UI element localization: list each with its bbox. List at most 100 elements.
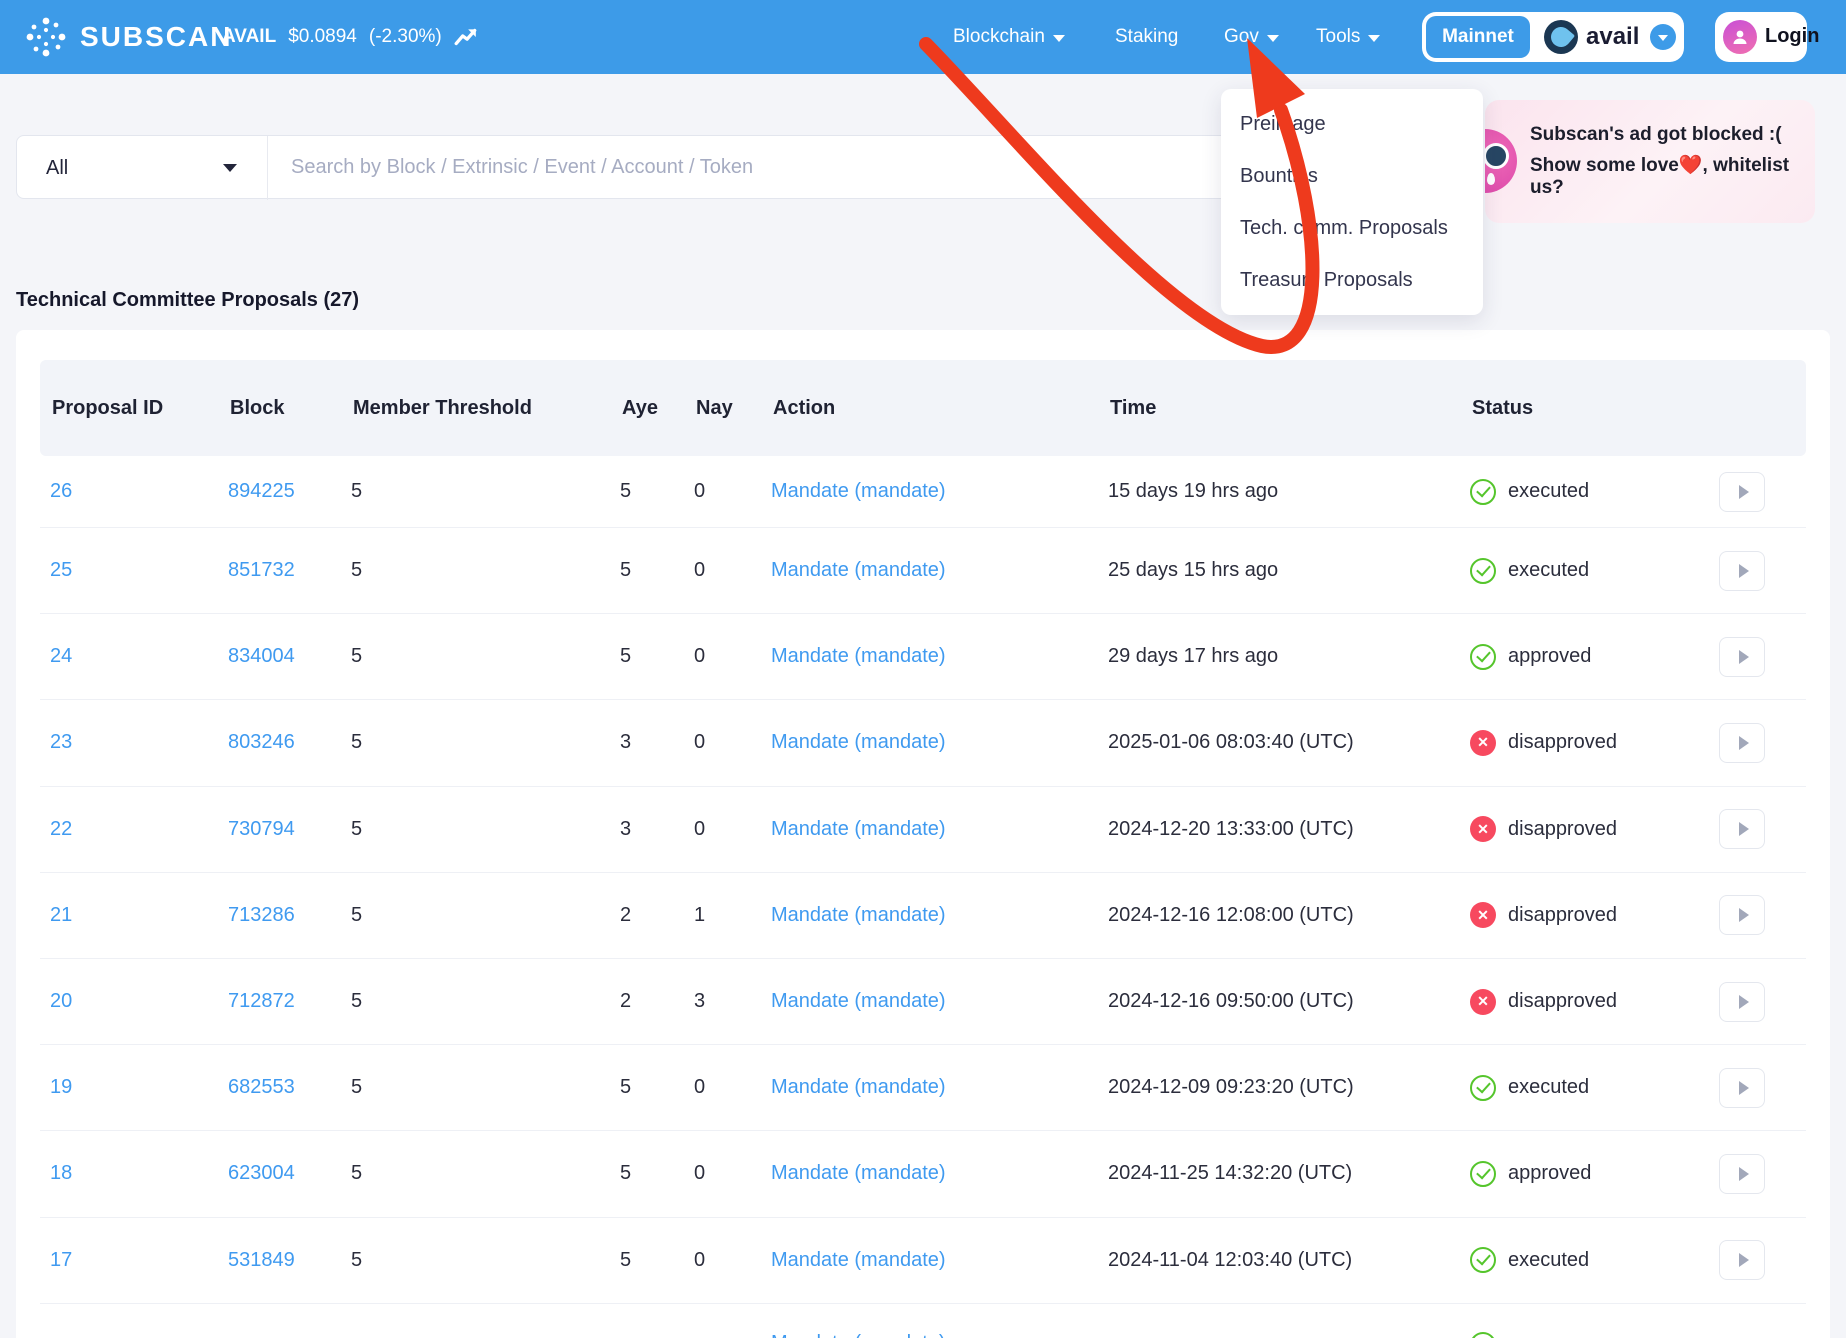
nav-blockchain[interactable]: Blockchain — [953, 0, 1065, 74]
block-link[interactable]: 834004 — [228, 645, 295, 667]
col-member-threshold: Member Threshold — [353, 397, 622, 420]
status-cell: disapproved — [1470, 902, 1719, 928]
row-detail-button[interactable] — [1719, 637, 1765, 677]
nav-staking[interactable]: Staking — [1115, 0, 1178, 74]
member-threshold-value: 5 — [351, 480, 620, 503]
subscan-logo[interactable]: SUBSCAN — [24, 15, 232, 59]
status-cell: approved — [1470, 1161, 1719, 1187]
aye-value: 2 — [620, 990, 694, 1013]
status-icon — [1470, 558, 1496, 584]
action-link[interactable]: Mandate (mandate) — [771, 1076, 946, 1098]
action-link[interactable]: Mandate (mandate) — [771, 1162, 946, 1184]
block-link[interactable]: 712872 — [228, 990, 295, 1012]
row-detail-button[interactable] — [1719, 895, 1765, 935]
action-link[interactable]: Mandate (mandate) — [771, 818, 946, 840]
menu-item-preimage[interactable]: Preimage — [1221, 98, 1483, 150]
block-link[interactable]: 682553 — [228, 1076, 295, 1098]
block-link[interactable]: 713286 — [228, 904, 295, 926]
mainnet-button[interactable]: Mainnet — [1426, 16, 1530, 58]
ad-line2: Show some love❤️, whitelist us? — [1530, 153, 1815, 199]
nay-value: 0 — [694, 1249, 771, 1272]
aye-value: 5 — [620, 480, 694, 503]
time-value: 2024-11-25 14:32:20 (UTC) — [1108, 1162, 1470, 1185]
aye-value: 3 — [620, 818, 694, 841]
caret-right-icon — [1739, 485, 1749, 499]
price-chart-icon[interactable] — [454, 25, 478, 49]
proposal-id-link[interactable]: 26 — [50, 480, 72, 502]
row-detail-button[interactable] — [1719, 809, 1765, 849]
col-block: Block — [230, 397, 353, 420]
block-link[interactable]: 803246 — [228, 731, 295, 753]
row-detail-button[interactable] — [1719, 551, 1765, 591]
status-label: disapproved — [1508, 818, 1617, 841]
menu-item-tech-comm-proposals[interactable]: Tech. comm. Proposals — [1221, 202, 1483, 254]
proposal-id-link[interactable]: 18 — [50, 1162, 72, 1184]
menu-item-bounties[interactable]: Bounties — [1221, 150, 1483, 202]
ad-line1: Subscan's ad got blocked :( — [1530, 124, 1815, 146]
block-link[interactable]: 623004 — [228, 1162, 295, 1184]
chevron-down-icon — [1053, 35, 1065, 42]
proposal-id-link[interactable]: 21 — [50, 904, 72, 926]
aye-value: 5 — [620, 645, 694, 668]
search-filter-select[interactable]: All — [17, 136, 267, 200]
action-link[interactable]: Mandate (mandate) — [771, 731, 946, 753]
proposal-id-link[interactable]: 23 — [50, 731, 72, 753]
row-detail-button[interactable] — [1719, 1240, 1765, 1280]
action-link[interactable]: Mandate (mandate) — [771, 904, 946, 926]
token-price-change: (-2.30%) — [369, 26, 442, 48]
status-label: disapproved — [1508, 990, 1617, 1013]
block-link[interactable]: 894225 — [228, 480, 295, 502]
action-link[interactable]: Mandate (mandate) — [771, 645, 946, 667]
proposal-id-link[interactable]: 24 — [50, 645, 72, 667]
caret-right-icon — [1739, 564, 1749, 578]
aye-value: 5 — [620, 1076, 694, 1099]
action-link[interactable]: Mandate (mandate) — [771, 990, 946, 1012]
row-detail-button[interactable] — [1719, 1154, 1765, 1194]
row-detail-button[interactable] — [1719, 982, 1765, 1022]
row-detail-button[interactable] — [1719, 472, 1765, 512]
nay-value: 0 — [694, 731, 771, 754]
table-row: 19 682553 5 5 0 Mandate (mandate) 2024-1… — [40, 1045, 1806, 1131]
time-value: 2024-12-16 09:50:00 (UTC) — [1108, 990, 1470, 1013]
table-row: 26 894225 5 5 0 Mandate (mandate) 15 day… — [40, 456, 1806, 528]
block-link[interactable]: 851732 — [228, 559, 295, 581]
proposal-id-link[interactable]: 22 — [50, 818, 72, 840]
ad-blocked-banner[interactable]: Subscan's ad got blocked :( Show some lo… — [1485, 100, 1815, 223]
action-link[interactable]: Mandate (mandate) — [771, 1332, 946, 1338]
col-status: Status — [1472, 397, 1721, 420]
row-detail-button[interactable] — [1719, 1068, 1765, 1108]
status-label: executed — [1508, 1076, 1589, 1099]
token-symbol: AVAIL — [222, 26, 276, 48]
time-value: 2024-12-09 09:23:20 (UTC) — [1108, 1076, 1470, 1099]
status-label: executed — [1508, 480, 1589, 503]
block-link[interactable]: 730794 — [228, 818, 295, 840]
filter-selected-value: All — [46, 157, 68, 180]
network-chevron-button[interactable] — [1650, 24, 1676, 50]
nav-gov[interactable]: Gov — [1224, 0, 1279, 74]
time-value: 2025-01-06 08:03:40 (UTC) — [1108, 731, 1470, 754]
user-avatar-icon — [1723, 20, 1757, 54]
col-action: Action — [773, 397, 1110, 420]
login-button[interactable]: Login — [1715, 12, 1807, 62]
status-icon — [1470, 644, 1496, 670]
menu-item-treasury-proposals[interactable]: Treasury Proposals — [1221, 254, 1483, 306]
action-link[interactable]: Mandate (mandate) — [771, 480, 946, 502]
action-link[interactable]: Mandate (mandate) — [771, 1249, 946, 1271]
action-link[interactable]: Mandate (mandate) — [771, 559, 946, 581]
nay-value: 0 — [694, 480, 771, 503]
col-proposal-id: Proposal ID — [52, 397, 230, 420]
status-cell: executed — [1470, 1247, 1719, 1273]
proposal-id-link[interactable]: 19 — [50, 1076, 72, 1098]
proposal-id-link[interactable]: 25 — [50, 559, 72, 581]
aye-value: 3 — [620, 731, 694, 754]
chevron-down-icon — [223, 164, 237, 172]
row-detail-button[interactable] — [1719, 723, 1765, 763]
proposal-id-link[interactable]: 17 — [50, 1249, 72, 1271]
status-label: executed — [1508, 559, 1589, 582]
time-value: 25 days 15 hrs ago — [1108, 559, 1470, 582]
proposal-id-link[interactable]: 20 — [50, 990, 72, 1012]
status-cell: executed — [1470, 479, 1719, 505]
block-link[interactable]: 531849 — [228, 1249, 295, 1271]
status-cell: disapproved — [1470, 989, 1719, 1015]
nav-tools[interactable]: Tools — [1316, 0, 1380, 74]
